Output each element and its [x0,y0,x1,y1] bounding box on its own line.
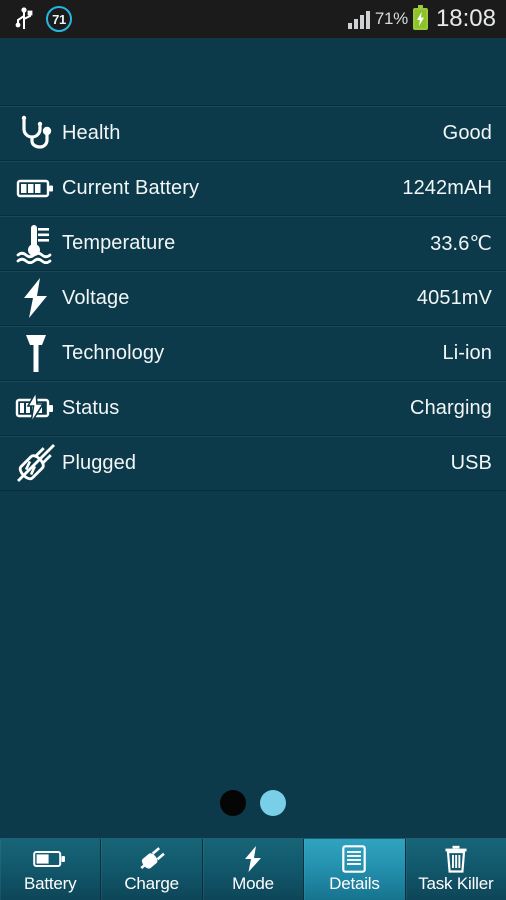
plug-icon [138,845,166,872]
detail-row-label: Temperature [62,231,176,254]
detail-row-value: 4051mV [416,286,492,309]
detail-row-status[interactable]: Status Charging [0,381,506,436]
detail-row-label: Plugged [62,451,137,474]
document-list-icon [342,844,367,873]
detail-row-value: USB [450,451,492,474]
tab-label: Task Killer [418,874,494,893]
detail-row-label: Current Battery [62,176,200,199]
detail-row-current-battery[interactable]: Current Battery 1242mAH [0,161,506,216]
notification-count-badge: 71 [46,6,72,32]
detail-row-value: Good [442,121,492,144]
usb-icon [14,7,34,31]
trash-icon [444,845,468,873]
notification-count-label: 71 [52,11,66,27]
detail-row-value: 1242mAH [402,176,492,199]
status-bar-left: 71 [14,6,72,32]
details-content: Health Good Current Battery 1242mAH Temp… [0,38,506,838]
tab-details[interactable]: Details [304,839,406,900]
status-bar: 71 71% 18:08 [0,0,506,38]
pager-dot-2[interactable] [260,790,286,816]
detail-row-health[interactable]: Health Good [0,106,506,161]
battery-charging-icon [10,391,62,425]
battery-level-icon [10,173,62,203]
tab-task-killer[interactable]: Task Killer [405,839,506,900]
tab-label: Charge [124,874,179,893]
tab-battery[interactable]: Battery [0,839,102,900]
detail-row-technology[interactable]: Technology Li-ion [0,326,506,381]
detail-row-label: Status [62,396,120,419]
pager-dot-1[interactable] [220,790,246,816]
content-top-spacer [0,38,506,105]
tab-label: Mode [232,874,274,893]
bolt-icon [243,845,263,872]
battery-icon [33,845,67,872]
detail-row-value: Charging [410,396,492,419]
tab-label: Details [329,874,380,893]
detail-row-value: 33.6℃ [430,232,492,255]
bottom-tab-bar: Battery Charge Mode Details Task Killer [0,838,506,900]
app-screen: 71 71% 18:08 Health Good Current Battery… [0,0,506,900]
tab-charge[interactable]: Charge [101,839,203,900]
lightning-bolt-icon [10,276,62,320]
detail-row-plugged[interactable]: Plugged USB [0,436,506,491]
plug-icon [10,442,62,484]
detail-row-value: Li-ion [442,341,492,364]
tab-mode[interactable]: Mode [202,839,305,900]
pager-dots [0,790,506,816]
thermometer-icon [10,222,62,264]
battery-charging-icon [412,5,428,30]
hammer-icon [10,332,62,374]
battery-details-list: Health Good Current Battery 1242mAH Temp… [0,105,506,491]
detail-row-label: Voltage [62,286,130,309]
detail-row-label: Health [62,121,121,144]
detail-row-temperature[interactable]: Temperature 33.6℃ [0,216,506,271]
detail-row-label: Technology [62,341,165,364]
clock-label: 18:08 [435,5,496,32]
detail-row-voltage[interactable]: Voltage 4051mV [0,271,506,326]
status-bar-right: 71% 18:08 [347,5,496,33]
battery-percent-label: 71% [374,9,408,28]
signal-bars-icon [347,9,370,29]
stethoscope-icon [10,113,62,153]
tab-label: Battery [23,874,77,893]
